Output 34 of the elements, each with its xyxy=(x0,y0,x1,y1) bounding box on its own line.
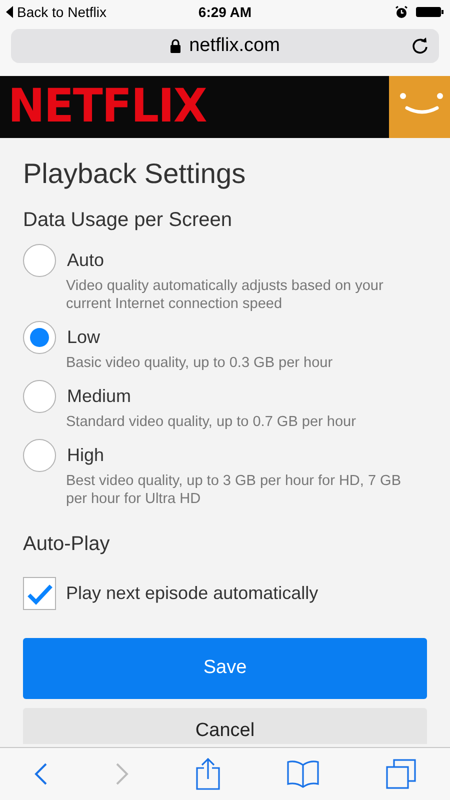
url-text: netflix.com xyxy=(189,34,280,58)
lock-icon xyxy=(170,39,182,53)
back-to-app-link[interactable]: Back to Netflix xyxy=(17,2,106,22)
radio-label[interactable]: Medium xyxy=(67,383,132,410)
smiley-icon[interactable] xyxy=(389,76,450,138)
section-heading: Auto-Play xyxy=(23,532,111,557)
radio-label[interactable]: High xyxy=(67,442,104,469)
tabs-icon[interactable] xyxy=(386,759,416,789)
option-description: Standard video quality, up to 0.7 GB per hour xyxy=(66,413,357,431)
reload-icon[interactable] xyxy=(411,37,429,55)
radio-button[interactable] xyxy=(23,244,56,277)
radio-button[interactable] xyxy=(23,321,56,354)
back-icon[interactable] xyxy=(34,762,48,786)
radio-label[interactable]: Auto xyxy=(67,247,104,274)
checkbox[interactable] xyxy=(23,577,56,610)
checkbox-label[interactable]: Play next episode automatically xyxy=(66,580,318,607)
radio-button[interactable] xyxy=(23,380,56,413)
netflix-logo[interactable]: NETFLIX xyxy=(8,84,206,130)
address-bar[interactable]: netflix.com xyxy=(11,29,439,63)
status-time: 6:29 AM xyxy=(198,2,252,22)
save-button[interactable]: Save xyxy=(23,638,427,699)
option-description: Video quality automatically adjusts based on your current Internet connection speed xyxy=(66,277,384,313)
cancel-button[interactable]: Cancel xyxy=(23,708,427,744)
option-description: Basic video quality, up to 0.3 GB per hour xyxy=(66,354,334,372)
back-triangle-icon[interactable] xyxy=(6,6,14,18)
page-title: Playback Settings xyxy=(23,157,247,191)
share-icon[interactable] xyxy=(196,758,220,790)
radio-label[interactable]: Low xyxy=(67,324,100,351)
radio-button[interactable] xyxy=(23,439,56,472)
bookmarks-book-icon[interactable] xyxy=(287,760,320,788)
section-heading: Data Usage per Screen xyxy=(23,208,234,233)
option-description: Best video quality, up to 3 GB per hour for HD, 7 GB per hour for Ultra HD xyxy=(66,472,402,508)
alarm-icon xyxy=(395,6,408,18)
battery-icon xyxy=(416,6,444,18)
